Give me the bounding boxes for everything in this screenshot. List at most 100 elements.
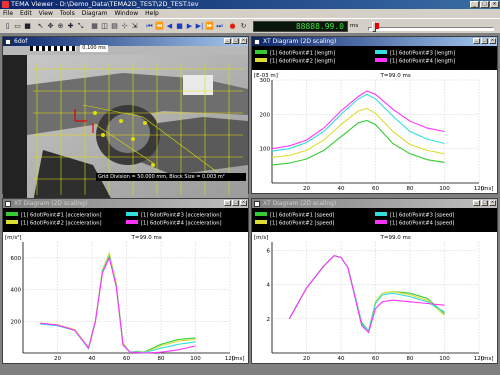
step-forward-icon[interactable]: ▶|	[195, 22, 204, 31]
legend-label: [1] 6dof/Point#3 [acceleration]	[141, 213, 222, 219]
legend-swatch	[255, 212, 267, 216]
menu-file[interactable]: File	[3, 9, 13, 18]
acceleration-chart-panel: XT Diagram (2D scaling) _ □ × [1] 6dof/Poi…	[2, 198, 249, 364]
close-button[interactable]: ×	[490, 1, 499, 8]
x-tick-label: 80	[407, 186, 414, 192]
minimize-button[interactable]: _	[470, 1, 479, 8]
panel-icon	[5, 200, 11, 207]
time-unit: ms	[350, 23, 359, 29]
window-title-bar: TEMA Viewer - D:\Demo_Data\TEMA2D_TEST\2…	[0, 0, 500, 9]
menu-view[interactable]: View	[39, 9, 53, 18]
x-tick-label: 60	[123, 356, 130, 362]
panel-maximize-button[interactable]: □	[481, 38, 488, 44]
x-tick-label: 40	[338, 356, 345, 362]
legend-swatch	[6, 220, 18, 224]
panel-close-button[interactable]: ×	[240, 200, 247, 206]
acceleration-chart-title: XT Diagram (2D scaling)	[14, 200, 88, 207]
length-chart[interactable]: [1] 6dof/Point#1 [length] [1] 6dof/Point#…	[252, 46, 497, 193]
panel-maximize-button[interactable]: □	[481, 200, 488, 206]
x-tick-label: 40	[338, 186, 345, 192]
app-icon	[2, 1, 9, 8]
video-panel: 6dof _ □ ×	[2, 36, 249, 202]
pan-icon[interactable]: ✥	[46, 22, 55, 31]
legend-swatch	[255, 220, 267, 224]
panel-minimize-button[interactable]: _	[473, 38, 480, 44]
panel-minimize-button[interactable]: _	[473, 200, 480, 206]
maximize-button[interactable]: □	[480, 1, 489, 8]
length-chart-panel: XT Diagram (2D scaling) _ □ × [1] 6dof/Poi…	[251, 36, 498, 194]
menu-diagram[interactable]: Diagram	[82, 9, 108, 18]
x-tick-label: 100	[439, 186, 450, 192]
point-icon[interactable]: ✚	[66, 22, 75, 31]
menu-help[interactable]: Help	[145, 9, 159, 18]
first-frame-icon[interactable]: ⏮	[145, 22, 154, 31]
legend-swatch	[375, 212, 387, 216]
panel-close-button[interactable]: ×	[240, 38, 247, 44]
video-panel-title: 6dof	[14, 38, 28, 45]
save-icon[interactable]: ■	[23, 22, 32, 31]
x-tick-label: 60	[372, 186, 379, 192]
menu-edit[interactable]: Edit	[20, 9, 32, 18]
table-icon[interactable]: ▤	[110, 22, 119, 31]
panel-close-button[interactable]: ×	[489, 38, 496, 44]
legend-label: [1] 6dof/Point#4 [speed]	[390, 221, 454, 227]
zoom-icon[interactable]: ⊕	[56, 22, 65, 31]
acceleration-chart[interactable]: [1] 6dof/Point#1 [acceleration] [1] 6dof/…	[3, 208, 248, 363]
legend-swatch	[126, 220, 138, 224]
legend-label: [1] 6dof/Point#3 [length]	[390, 51, 455, 57]
time-annotation: T=99.0 ms	[380, 73, 411, 79]
legend-label: [1] 6dof/Point#1 [acceleration]	[21, 213, 102, 219]
panel-maximize-button[interactable]: □	[232, 38, 239, 44]
panel-icon	[254, 200, 260, 207]
menu-window[interactable]: Window	[114, 9, 138, 18]
panel-controls: _ □ ×	[473, 38, 496, 44]
speed-chart-title-bar: XT Diagram (2D scaling) _ □ ×	[252, 199, 497, 208]
loop-icon[interactable]: ↻	[239, 22, 248, 31]
record-icon[interactable]: ●	[228, 22, 237, 31]
y-tick-label: 4	[267, 283, 271, 289]
chart-icon[interactable]: ◫	[100, 22, 109, 31]
menu-tools[interactable]: Tools	[60, 9, 75, 18]
stop-icon[interactable]: ■	[175, 22, 184, 31]
cursor-icon[interactable]: ⊹	[120, 22, 129, 31]
panel-minimize-button[interactable]: _	[224, 200, 231, 206]
panel-minimize-button[interactable]: _	[224, 38, 231, 44]
last-frame-icon[interactable]: ⏭	[215, 22, 224, 31]
select-icon[interactable]: ↖	[36, 22, 45, 31]
legend-label: [1] 6dof/Point#1 [length]	[270, 51, 335, 57]
video-frame[interactable]	[3, 46, 248, 202]
fast-forward-icon[interactable]: ⏩	[205, 22, 214, 31]
legend-swatch	[255, 50, 267, 54]
legend-label: [1] 6dof/Point#4 [length]	[390, 59, 455, 65]
legend-label: [1] 6dof/Point#4 [acceleration]	[141, 221, 222, 227]
speed-chart[interactable]: [1] 6dof/Point#1 [speed] [1] 6dof/Point#2…	[252, 208, 497, 363]
speed-chart-panel: XT Diagram (2D scaling) _ □ × [1] 6dof/Poi…	[251, 198, 498, 364]
panel-controls: _ □ ×	[473, 200, 496, 206]
y-tick-label: 200	[260, 112, 271, 118]
x-tick-label: 80	[407, 356, 414, 362]
x-axis-label: [ms]	[232, 356, 245, 362]
play-icon[interactable]: ▶	[185, 22, 194, 31]
panel-maximize-button[interactable]: □	[232, 200, 239, 206]
x-axis-label: [ms]	[481, 186, 494, 192]
measure-icon[interactable]: ⤡	[76, 22, 85, 31]
length-chart-title-bar: XT Diagram (2D scaling) _ □ ×	[252, 37, 497, 46]
panel-icon	[254, 38, 260, 45]
rewind-icon[interactable]: ⏪	[155, 22, 164, 31]
y-axis-label: [m/s²]	[5, 234, 22, 241]
video-panel-title-bar: 6dof _ □ ×	[3, 37, 248, 46]
step-back-icon[interactable]: ◀	[165, 22, 174, 31]
legend-swatch	[255, 58, 267, 62]
panel-close-button[interactable]: ×	[489, 200, 496, 206]
legend-label: [1] 6dof/Point#2 [acceleration]	[21, 221, 102, 227]
speed-chart-title: XT Diagram (2D scaling)	[263, 200, 337, 207]
legend-label: [1] 6dof/Point#1 [speed]	[270, 213, 334, 219]
export-icon[interactable]: ⇲	[130, 22, 139, 31]
legend-swatch	[375, 58, 387, 62]
new-file-icon[interactable]: ▯	[3, 22, 12, 31]
open-folder-icon[interactable]: ▭	[13, 22, 22, 31]
timeline-slider[interactable]	[368, 27, 494, 31]
y-tick-label: 600	[11, 256, 22, 262]
panel-controls: _ □ ×	[224, 38, 247, 44]
grid-icon[interactable]: ▦	[90, 22, 99, 31]
